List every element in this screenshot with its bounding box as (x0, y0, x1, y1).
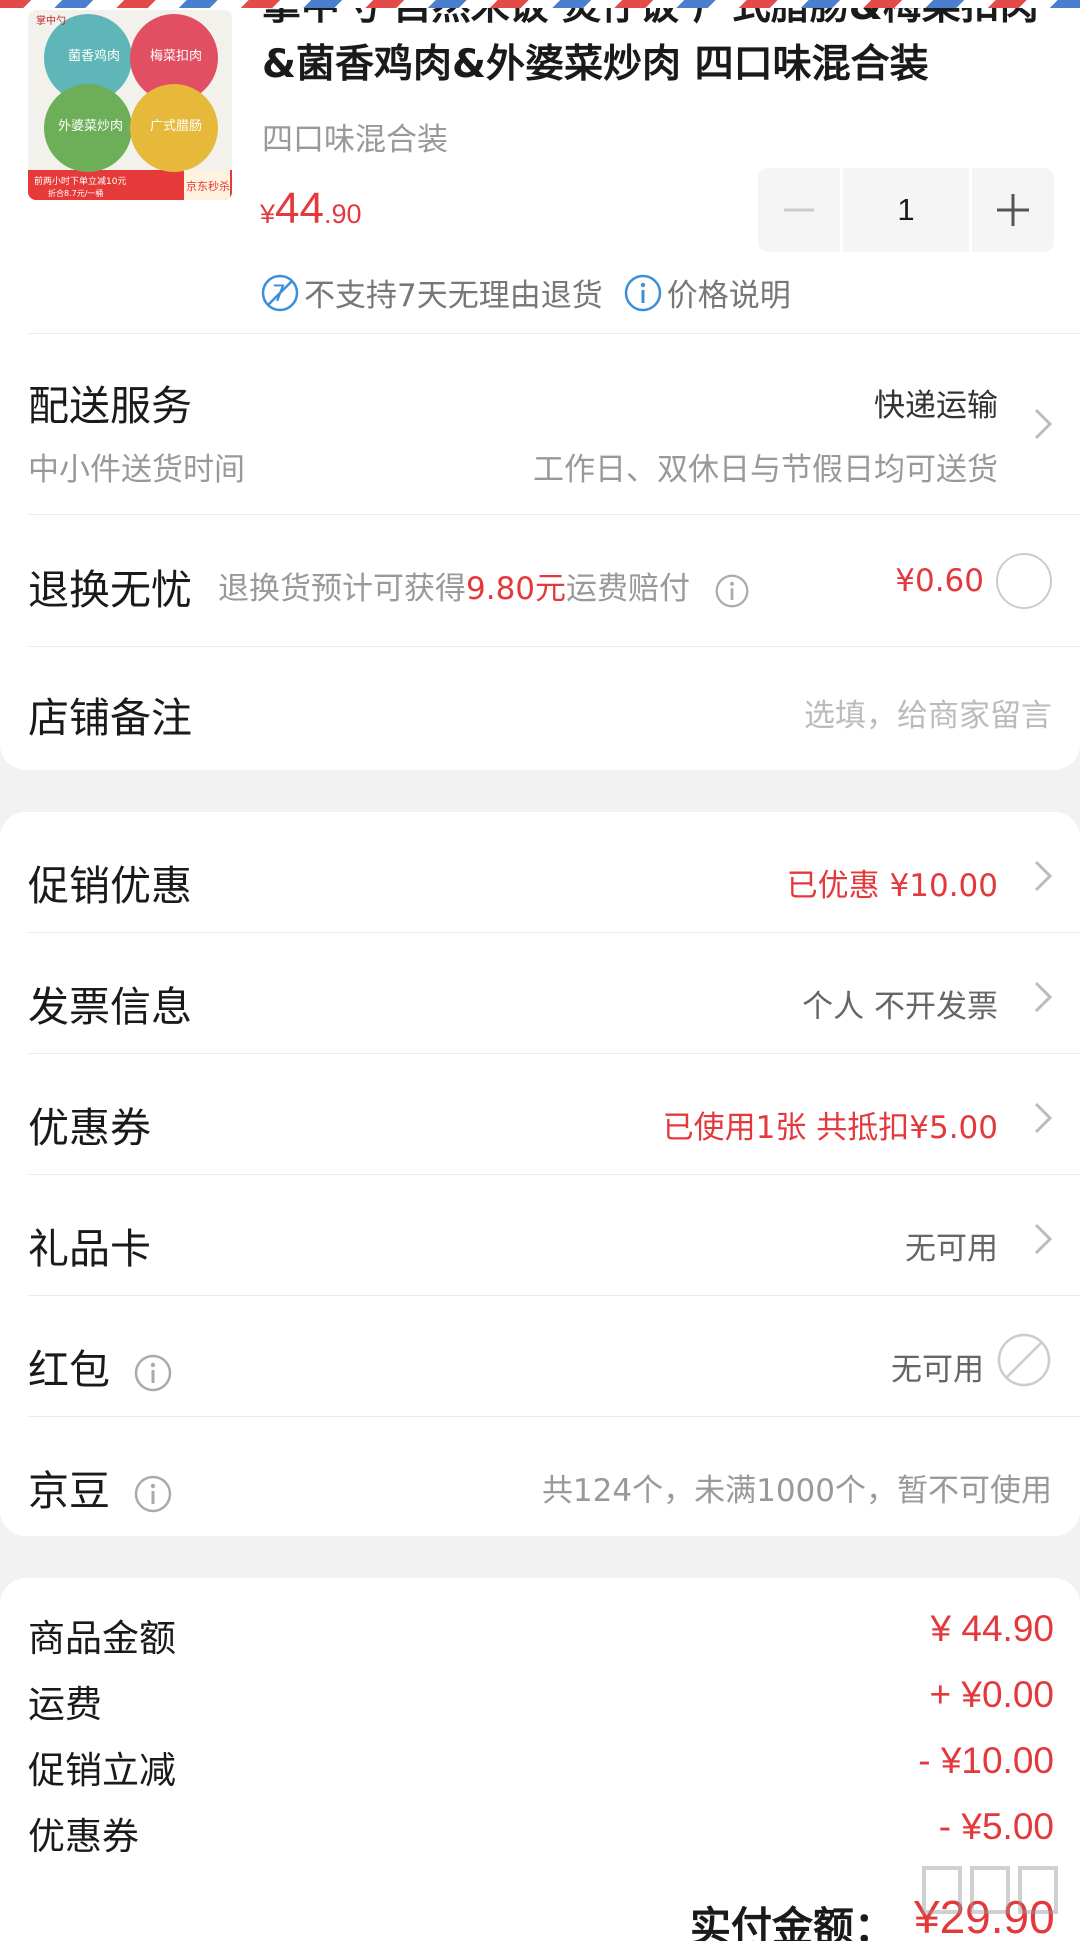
desc-prefix: 退换货预计可获得 (218, 571, 466, 607)
thumb-flavor-3: 外婆菜炒肉 (58, 119, 123, 134)
thumb-promo: 前两小时下单立减10元 (34, 175, 126, 187)
thumb-brand: 掌中勺 (36, 14, 66, 27)
return-insurance-radio[interactable] (996, 553, 1052, 609)
discounts-card: 促销优惠 已优惠 ¥10.00 发票信息 个人 不开发票 优惠券 已使用1张 共… (0, 812, 1080, 1536)
desc-highlight: 9.80元 (466, 571, 567, 607)
coupon-value: 已使用1张 共抵扣¥5.00 (662, 1110, 998, 1146)
order-item-card: 掌中勺 菌香鸡肉 梅菜扣肉 外婆菜炒肉 广式腊肠 前两小时下单立减10元 折合8… (0, 0, 1080, 770)
invoice-value: 个人 不开发票 (802, 989, 998, 1025)
no-return-icon: 7 (261, 274, 299, 311)
info-icon[interactable] (133, 1474, 173, 1514)
minus-icon (784, 208, 814, 212)
delivery-method: 快递运输 (874, 388, 998, 424)
gift-card-title: 礼品卡 (28, 1225, 151, 1273)
quantity-value[interactable]: 1 (843, 168, 969, 252)
thumb-flavor-1: 菌香鸡肉 (68, 48, 120, 64)
chevron-right-icon (1034, 1223, 1053, 1255)
product-thumbnail[interactable]: 掌中勺 菌香鸡肉 梅菜扣肉 外婆菜炒肉 广式腊肠 前两小时下单立减10元 折合8… (28, 10, 232, 200)
desc-suffix: 运费赔付 (566, 571, 691, 607)
divider (28, 932, 1080, 933)
product-notes: 7 不支持7天无理由退货 价格说明 (260, 270, 791, 315)
watermark-logo (922, 1866, 1058, 1914)
airmail-border (0, 0, 1080, 8)
info-icon[interactable] (623, 273, 663, 313)
red-packet-label: 红包 (28, 1346, 110, 1394)
shipping-value: + ¥0.00 (929, 1674, 1054, 1715)
divider (28, 646, 1080, 647)
chevron-right-icon (1034, 408, 1053, 440)
promo-title: 促销优惠 (28, 862, 192, 910)
no-return-text: 不支持7天无理由退货 (304, 278, 603, 314)
coupon-title: 优惠券 (28, 1104, 151, 1152)
increase-button[interactable] (972, 168, 1054, 252)
promo-discount-label: 促销立减 (28, 1749, 176, 1792)
chevron-right-icon (1034, 860, 1053, 892)
red-packet-value: 无可用 (891, 1352, 984, 1388)
quantity-stepper: 1 (758, 168, 1054, 252)
thumb-flavor-4: 广式腊肠 (150, 119, 202, 134)
jingdou-value: 共124个，未满1000个，暂不可使用 (541, 1473, 1052, 1509)
red-packet-title: 红包 (28, 1336, 173, 1396)
price-decimal: .90 (323, 199, 362, 229)
coupon-discount-label: 优惠券 (28, 1815, 139, 1858)
info-icon[interactable] (133, 1353, 173, 1393)
promo-discount-value: - ¥10.00 (918, 1740, 1054, 1781)
coupon-discount-value: - ¥5.00 (938, 1806, 1054, 1847)
goods-amount-value: ¥ 44.90 (930, 1608, 1054, 1649)
total-label: 实付金额： (690, 1903, 895, 1941)
price-symbol: ¥ (260, 199, 276, 229)
divider (28, 1416, 1080, 1417)
shipping-label: 运费 (28, 1683, 102, 1726)
price-info-link[interactable]: 价格说明 (667, 270, 791, 315)
plus-icon (997, 194, 1029, 226)
divider (28, 514, 1080, 515)
divider (28, 1295, 1080, 1296)
chevron-right-icon (1034, 1102, 1053, 1134)
delivery-time-label: 中小件送货时间 (28, 452, 245, 488)
return-insurance-price: ¥0.60 (895, 563, 984, 599)
shop-note-input[interactable]: 选填，给商家留言 (804, 690, 1052, 735)
chevron-right-icon (1034, 981, 1053, 1013)
decrease-button[interactable] (758, 168, 840, 252)
disabled-icon (997, 1333, 1051, 1387)
product-price: ¥44.90 (260, 184, 362, 234)
goods-amount-label: 商品金额 (28, 1617, 176, 1660)
delivery-title: 配送服务 (28, 382, 192, 430)
promo-value: 已优惠 ¥10.00 (786, 868, 998, 904)
gift-card-value: 无可用 (905, 1231, 998, 1267)
jingdou-label: 京豆 (28, 1467, 110, 1515)
price-integer: 44 (275, 184, 324, 233)
thumb-flavor-2: 梅菜扣肉 (150, 49, 202, 64)
divider (28, 1053, 1080, 1054)
thumb-unit-price: 折合8.7元/一桶 (48, 188, 103, 198)
divider (28, 1174, 1080, 1175)
return-insurance-title: 退换无忧 (28, 566, 192, 614)
product-title[interactable]: 掌中勺 自然米饭 煲仔饭 广式腊肠&梅菜扣肉&菌香鸡肉&外婆菜炒肉 四口味混合装 (262, 0, 1062, 94)
delivery-time-value: 工作日、双休日与节假日均可送货 (533, 452, 998, 488)
info-icon[interactable] (714, 573, 750, 609)
jingdou-title: 京豆 (28, 1457, 173, 1517)
shop-note-title: 店铺备注 (28, 694, 192, 742)
product-spec: 四口味混合装 (262, 122, 448, 158)
invoice-title: 发票信息 (28, 983, 192, 1031)
return-insurance-desc: 退换货预计可获得9.80元运费赔付 (218, 563, 750, 609)
divider (28, 333, 1080, 334)
thumb-badge: 京东秒杀 (186, 179, 230, 193)
